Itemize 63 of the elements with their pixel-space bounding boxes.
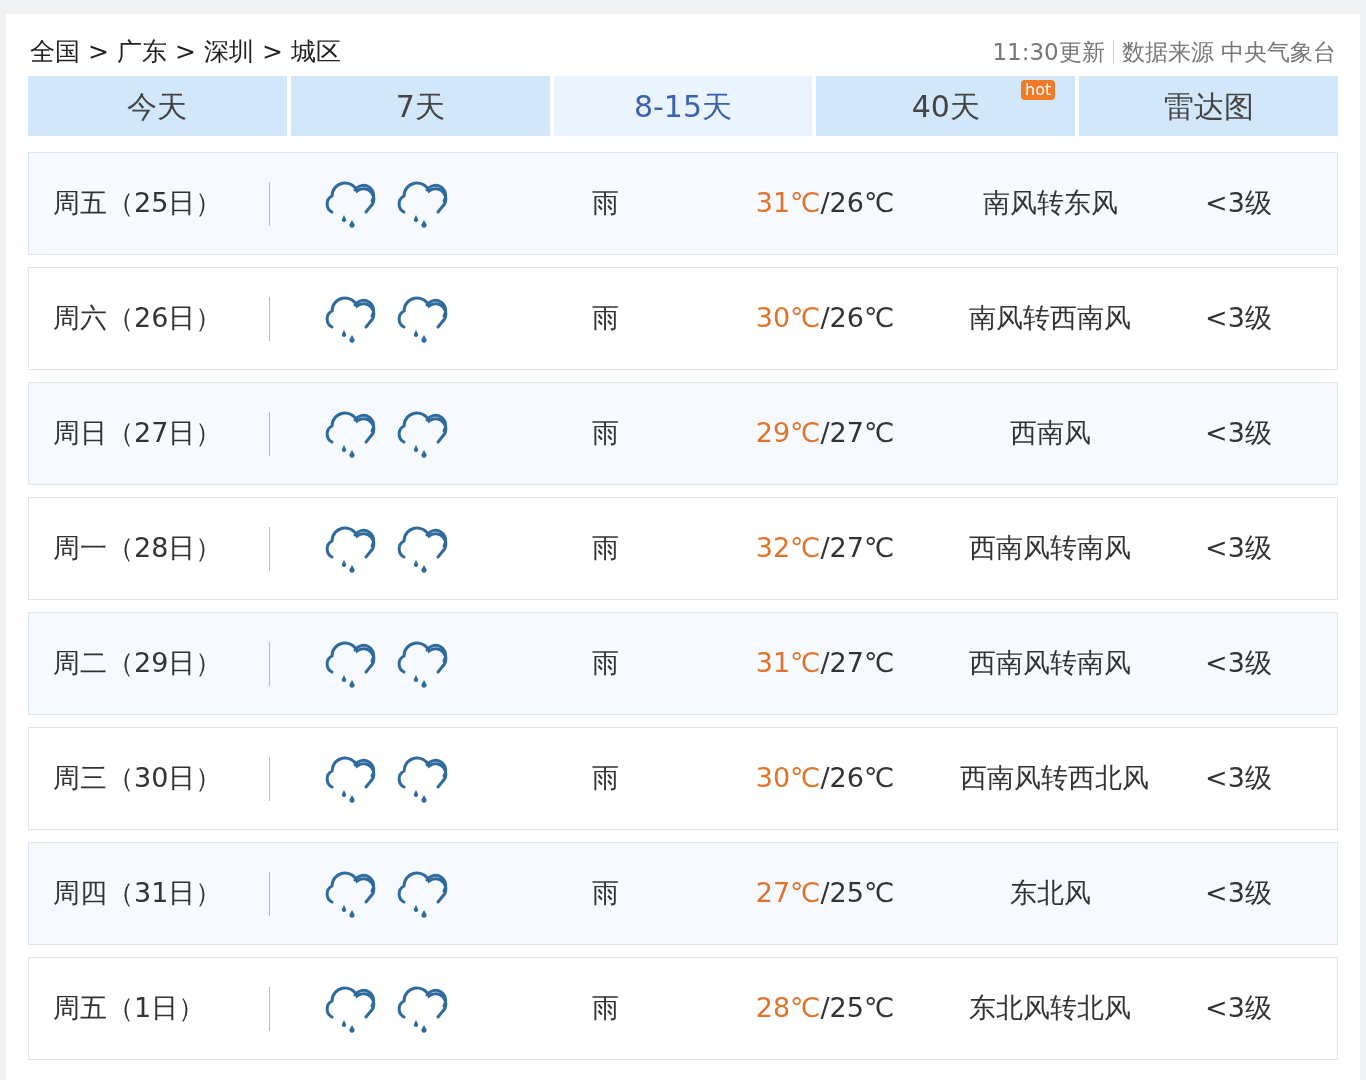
- breadcrumb-link[interactable]: 广东: [116, 33, 167, 71]
- day-label: 周六（26日）: [53, 301, 223, 336]
- day-label: 周四（31日）: [53, 876, 223, 911]
- low-temp: /26℃: [820, 302, 895, 334]
- update-time: 11:30更新: [992, 37, 1105, 67]
- hot-badge: hot: [1021, 80, 1056, 100]
- high-temp: 28℃: [755, 992, 821, 1024]
- weather-text: 雨: [591, 187, 619, 219]
- tab[interactable]: 40天 hot: [816, 76, 1076, 136]
- wind-level: <3级: [1205, 992, 1272, 1024]
- day-label: 周五（1日）: [53, 991, 206, 1026]
- day-label: 周一（28日）: [53, 531, 223, 566]
- low-temp: /26℃: [820, 187, 895, 219]
- day-label: 周五（25日）: [53, 186, 223, 221]
- wind-text: 南风转东风: [982, 187, 1118, 219]
- wind-level: <3级: [1205, 532, 1272, 564]
- wind-level: <3级: [1205, 302, 1272, 334]
- weather-text: 雨: [591, 877, 619, 909]
- wind-text: 东北风: [1009, 877, 1091, 909]
- wind-level: <3级: [1205, 647, 1272, 679]
- high-temp: 31℃: [755, 647, 821, 679]
- wind-text: 西南风转西北风: [960, 762, 1149, 794]
- wind-text: 西南风转南风: [969, 647, 1131, 679]
- wind-level: <3级: [1205, 762, 1272, 794]
- wind-text: 东北风转北风: [969, 992, 1131, 1024]
- day-label: 周三（30日）: [53, 761, 223, 796]
- high-temp: 30℃: [755, 302, 821, 334]
- high-temp: 31℃: [755, 187, 821, 219]
- wind-text: 西南风: [1009, 417, 1091, 449]
- breadcrumb-link[interactable]: 城区: [290, 33, 341, 71]
- weather-text: 雨: [591, 417, 619, 449]
- low-temp: /27℃: [820, 532, 895, 564]
- wind-text: 南风转西南风: [969, 302, 1131, 334]
- tab[interactable]: 7天: [290, 76, 550, 136]
- weather-text: 雨: [591, 647, 619, 679]
- day-label: 周日（27日）: [53, 416, 223, 451]
- low-temp: /27℃: [820, 417, 895, 449]
- breadcrumb-separator: >: [174, 36, 196, 69]
- tab[interactable]: 8-15天: [553, 76, 813, 136]
- data-source: 数据来源 中央气象台: [1121, 37, 1336, 67]
- wind-level: <3级: [1205, 417, 1272, 449]
- breadcrumb-separator: >: [261, 36, 283, 69]
- breadcrumb-separator: >: [88, 36, 109, 69]
- weather-text: 雨: [591, 762, 619, 794]
- wind-level: <3级: [1205, 877, 1272, 909]
- wind-text: 西南风转南风: [969, 532, 1131, 564]
- low-temp: /25℃: [820, 992, 895, 1024]
- wind-level: <3级: [1205, 187, 1272, 219]
- high-temp: 32℃: [755, 532, 821, 564]
- weather-text: 雨: [591, 302, 619, 334]
- weather-text: 雨: [591, 532, 619, 564]
- low-temp: /25℃: [820, 877, 895, 909]
- tab[interactable]: 今天: [28, 76, 287, 136]
- breadcrumb-link[interactable]: 全国: [30, 33, 80, 71]
- breadcrumb-link[interactable]: 深圳: [203, 33, 254, 71]
- weather-text: 雨: [591, 992, 619, 1024]
- high-temp: 27℃: [755, 877, 821, 909]
- low-temp: /26℃: [820, 762, 895, 794]
- high-temp: 29℃: [755, 417, 821, 449]
- tab[interactable]: 雷达图: [1079, 76, 1338, 136]
- high-temp: 30℃: [755, 762, 821, 794]
- day-label: 周二（29日）: [53, 646, 223, 681]
- low-temp: /27℃: [820, 647, 895, 679]
